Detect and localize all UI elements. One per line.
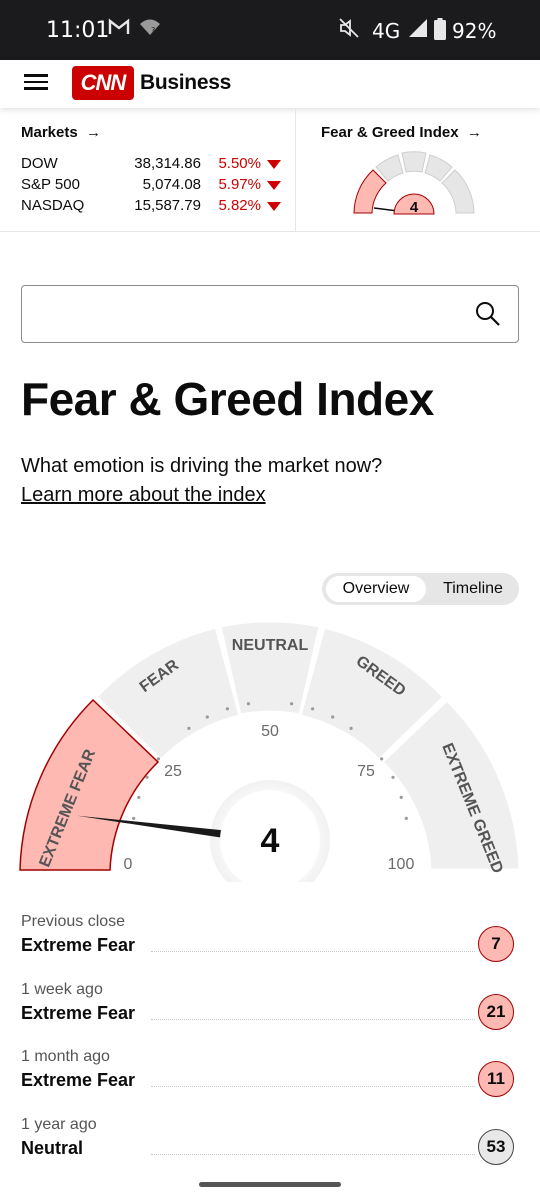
arrow-right-icon: →	[81, 124, 102, 141]
history-when: 1 week ago	[21, 981, 103, 998]
history-when: Previous close	[21, 913, 126, 930]
market-row-nasdaq[interactable]: NASDAQ 15,587.79 5.82%	[21, 197, 283, 217]
gauge-tick-dot	[187, 726, 191, 730]
market-name: DOW	[21, 155, 58, 172]
mini-gauge-value: 4	[410, 199, 419, 216]
history-value-badge: 21	[478, 994, 514, 1030]
history-value-badge: 7	[478, 926, 514, 962]
menu-icon[interactable]	[24, 70, 50, 94]
history-when: 1 month ago	[21, 1048, 110, 1065]
history-value-badge: 11	[478, 1061, 514, 1097]
market-value: 15,587.79	[134, 197, 201, 214]
network-type: 4G	[372, 19, 401, 43]
markets-link[interactable]: Markets →	[21, 124, 101, 141]
cnn-logo-text: CNN	[80, 70, 127, 95]
market-change: 5.82%	[218, 197, 261, 214]
site-header: CNN Business	[0, 60, 540, 108]
history-rating: Extreme Fear	[21, 1070, 136, 1090]
gauge-tick-dot	[311, 707, 315, 711]
status-time: 11:01	[46, 18, 110, 43]
signal-icon	[408, 18, 428, 43]
tick-label-75: 75	[357, 763, 375, 780]
gauge-tick-dot	[399, 795, 403, 799]
history-rating: Neutral	[21, 1138, 84, 1158]
home-indicator[interactable]	[199, 1182, 341, 1187]
history-row: 1 week ago Extreme Fear 21	[21, 981, 519, 1045]
label-neutral: NEUTRAL	[232, 637, 309, 654]
gauge-tick-dot	[349, 726, 353, 730]
history-dots	[151, 951, 475, 952]
cnn-logo[interactable]: CNN	[72, 66, 134, 100]
gauge-tick-dot	[404, 816, 408, 820]
gauge-tick-dot	[331, 715, 335, 719]
tab-timeline[interactable]: Timeline	[432, 576, 514, 602]
gauge-tick-dot	[205, 715, 209, 719]
gauge-tick-dot	[145, 775, 149, 779]
view-toggle: Overview Timeline	[322, 573, 519, 605]
history-dots	[151, 1019, 475, 1020]
markets-title: Markets	[21, 124, 78, 141]
gauge-tick-dot	[290, 702, 294, 706]
history-row: 1 month ago Extreme Fear 11	[21, 1048, 519, 1112]
history-when: 1 year ago	[21, 1116, 97, 1133]
gauge-tick-dot	[380, 757, 384, 761]
brand-name[interactable]: Business	[140, 71, 231, 95]
search-box[interactable]	[21, 285, 519, 343]
market-name: S&P 500	[21, 176, 80, 193]
page-title: Fear & Greed Index	[21, 373, 434, 425]
svg-text:?: ?	[151, 26, 155, 35]
mini-gauge[interactable]: 4	[350, 150, 478, 216]
history-rating: Extreme Fear	[21, 1003, 136, 1023]
history-row: 1 year ago Neutral 53	[21, 1116, 519, 1180]
gauge-value: 4	[261, 822, 280, 860]
status-bar: 11:01 ? 4G 92%	[0, 0, 540, 60]
history-row: Previous close Extreme Fear 7	[21, 913, 519, 977]
history-rating: Extreme Fear	[21, 935, 136, 955]
arrow-down-icon	[267, 181, 281, 190]
gauge-tick-dot	[225, 707, 229, 711]
market-value: 5,074.08	[142, 176, 201, 193]
tick-label-25: 25	[164, 763, 182, 780]
markets-divider	[295, 108, 296, 232]
arrow-right-icon: →	[462, 124, 482, 141]
search-icon[interactable]	[474, 300, 502, 328]
market-change: 5.50%	[218, 155, 261, 172]
arrow-down-icon	[267, 160, 281, 169]
market-change: 5.97%	[218, 176, 261, 193]
battery-icon	[434, 18, 446, 45]
gauge-tick-dot	[246, 702, 250, 706]
gauge-tick-dot	[132, 816, 136, 820]
tab-overview[interactable]: Overview	[326, 576, 426, 602]
search-input[interactable]	[34, 296, 454, 332]
fear-greed-widget-link[interactable]: Fear & Greed Index →	[321, 124, 482, 141]
history-dots	[151, 1086, 475, 1087]
gauge-tick-dot	[137, 795, 141, 799]
learn-more-link[interactable]: Learn more about the index	[21, 484, 266, 507]
gauge-tick-dot	[391, 775, 395, 779]
gmail-icon	[108, 18, 130, 41]
history-dots	[151, 1154, 475, 1155]
fear-greed-gauge: EXTREME FEAR FEAR NEUTRAL GREED EXTREME …	[19, 619, 522, 882]
market-name: NASDAQ	[21, 197, 85, 214]
tick-label-100: 100	[388, 856, 415, 873]
tick-label-50: 50	[261, 723, 279, 740]
market-value: 38,314.86	[134, 155, 201, 172]
gauge-tick-dot	[156, 757, 160, 761]
history-value-badge: 53	[478, 1129, 514, 1165]
wifi-question-icon: ?	[140, 18, 160, 41]
page-subtitle: What emotion is driving the market now?	[21, 455, 383, 477]
tick-label-0: 0	[124, 856, 133, 873]
battery-percent: 92%	[452, 19, 497, 43]
market-row-dow[interactable]: DOW 38,314.86 5.50%	[21, 155, 283, 175]
market-row-sp500[interactable]: S&P 500 5,074.08 5.97%	[21, 176, 283, 196]
fear-greed-widget-title: Fear & Greed Index	[321, 124, 459, 141]
arrow-down-icon	[267, 202, 281, 211]
mute-icon	[338, 18, 360, 43]
